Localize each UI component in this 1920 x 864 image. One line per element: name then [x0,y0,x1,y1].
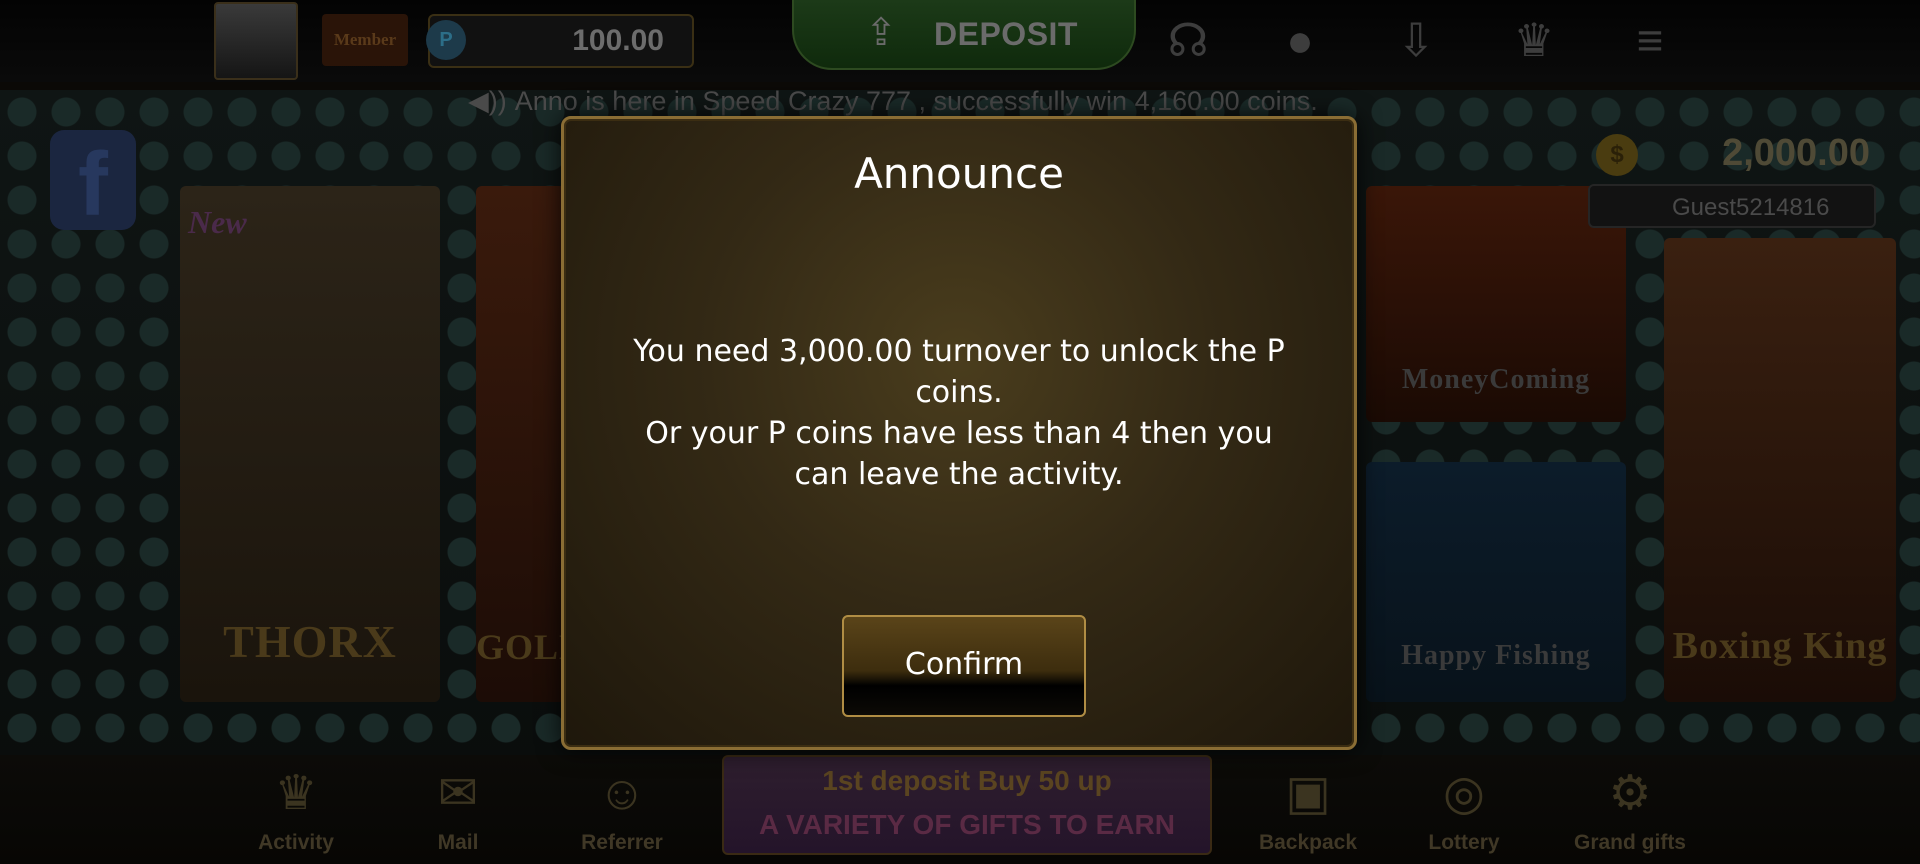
speaker-icon: ◀)) [468,86,507,116]
guest-id: Guest5214816 [1672,194,1830,221]
nav-lottery[interactable]: ◎ Lottery [1404,755,1524,864]
deposit-button[interactable]: ⇪ DEPOSIT [792,0,1136,70]
ticker-text: Anno is here in Speed Crazy 777 , succes… [514,86,1318,116]
customer-service-icon[interactable]: ☊ [1158,10,1218,70]
gold-coin-icon: $ [1596,134,1638,176]
nav-backpack[interactable]: ▣ Backpack [1248,755,1368,864]
deposit-label: DEPOSIT [934,16,1078,52]
grand-gifts-icon: ⚙ [1608,767,1652,820]
backpack-icon: ▣ [1285,767,1331,820]
confirm-button[interactable]: Confirm [842,615,1086,717]
guest-id-bar: Guest5214816 [1588,184,1876,228]
game-title: MoneyComing [1401,364,1591,395]
dialog-title: Announce [854,149,1064,198]
game-title: Boxing King [1672,625,1888,667]
menu-icon[interactable]: ≡ [1620,10,1680,70]
game-card-happy-fishing[interactable]: Happy Fishing [1366,462,1626,702]
game-card-thorx[interactable]: New THORX [180,186,440,702]
mail-icon: ✉ [437,767,479,820]
nav-label: Grand gifts [1573,831,1686,854]
deposit-icon: ⇪ [865,12,897,54]
trophy-icon[interactable]: ♛ [1504,10,1564,70]
referrer-icon: ☺ [597,767,647,820]
nav-activity[interactable]: ♛ Activity [236,755,356,864]
coin-balance-value: 2,000.00 [1722,132,1870,174]
game-card-gold[interactable]: GOLD [476,186,566,702]
promo-line-1: 1st deposit Buy 50 up [822,765,1112,796]
game-card-boxing-king[interactable]: Boxing King [1664,238,1896,702]
p-balance-value: 100.00 [572,24,664,57]
nav-grand-gifts[interactable]: ⚙ Grand gifts [1568,755,1692,864]
p-coin-icon: P [426,20,466,60]
nav-label: Activity [258,831,334,854]
facebook-icon[interactable]: f [50,130,136,235]
crown-icon: ♛ [274,767,318,820]
game-title: Happy Fishing [1401,640,1591,671]
chat-icon[interactable]: ● [1270,10,1330,70]
nav-label: Lottery [1428,831,1500,854]
nav-referrer[interactable]: ☺ Referrer [562,755,682,864]
win-ticker: ◀)) Anno is here in Speed Crazy 777 , suc… [468,86,1318,117]
new-tag: New [188,204,247,240]
withdraw-icon[interactable]: ⇩ [1386,10,1446,70]
p-coin-balance: P 100.00 [426,14,694,68]
coin-balance: $ 2,000.00 [1590,128,1880,180]
avatar[interactable] [214,2,298,80]
top-bar: Member P 100.00 ⇪ DEPOSIT ☊ ● ⇩ ♛ ≡ [0,0,1920,82]
game-title: GOLD [476,627,566,667]
deposit-promo-banner[interactable]: 1st deposit Buy 50 up A VARIETY OF GIFTS… [722,755,1212,855]
game-title: THORX [223,616,397,667]
game-card-moneycoming[interactable]: MoneyComing [1366,186,1626,422]
lottery-icon: ◎ [1443,767,1485,820]
announce-dialog: Announce You need 3,000.00 turnover to u… [561,116,1357,750]
member-badge[interactable]: Member [322,14,408,66]
dialog-message: You need 3,000.00 turnover to unlock the… [633,334,1285,492]
nav-mail[interactable]: ✉ Mail [398,755,518,864]
nav-label: Backpack [1258,831,1358,854]
nav-label: Referrer [581,831,663,854]
promo-line-2: A VARIETY OF GIFTS TO EARN [759,809,1175,840]
nav-label: Mail [437,831,479,854]
